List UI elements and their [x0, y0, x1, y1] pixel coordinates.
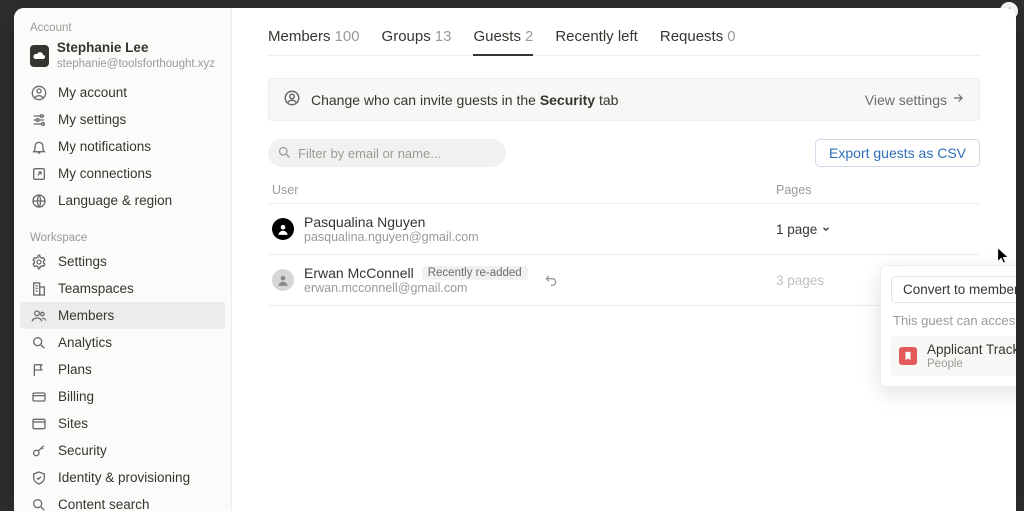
tabs: Members100 Groups13 Guests2 Recently lef… — [268, 22, 980, 56]
chevron-down-icon — [821, 222, 831, 237]
toolbar: Export guests as CSV — [268, 139, 980, 167]
sidebar-item-label: Content search — [58, 497, 150, 511]
sidebar-item-label: Identity & provisioning — [58, 470, 190, 485]
sidebar-item-label: Plans — [58, 362, 92, 377]
table-row[interactable]: Pasqualina Nguyen pasqualina.nguyen@gmai… — [268, 204, 980, 255]
search-icon — [30, 496, 48, 511]
export-csv-button[interactable]: Export guests as CSV — [815, 139, 980, 167]
page-title: Applicant Tracker — [927, 342, 1016, 358]
accessible-page-item[interactable]: Applicant Tracker People — [891, 336, 1016, 376]
column-header-pages: Pages — [776, 183, 976, 197]
cloud-icon — [30, 45, 49, 67]
people-icon — [30, 307, 48, 325]
flag-icon — [30, 361, 48, 379]
sidebar-item-content-search[interactable]: Content search — [20, 491, 225, 511]
sidebar-item-label: Security — [58, 443, 107, 458]
sidebar-item-label: Analytics — [58, 335, 112, 350]
profile-email: stephanie@toolsforthought.xyz — [57, 57, 215, 71]
person-outline-icon — [283, 89, 301, 110]
convert-to-member-button[interactable]: Convert to member — [891, 276, 1016, 303]
sidebar-item-label: Language & region — [58, 193, 172, 208]
bell-icon — [30, 138, 48, 156]
undo-icon[interactable] — [540, 269, 562, 291]
guests-table: User Pages Pasqualina Nguyen pasqualina.… — [268, 183, 980, 306]
avatar — [272, 269, 294, 291]
main-content: Members100 Groups13 Guests2 Recently lef… — [232, 8, 1016, 511]
guest-pages-popover: Convert to member Remove This guest can … — [880, 265, 1016, 387]
page-parent: People — [927, 358, 1016, 370]
sidebar-item-security[interactable]: Security — [20, 437, 225, 464]
key-icon — [30, 442, 48, 460]
sidebar-item-sites[interactable]: Sites — [20, 410, 225, 437]
tab-guests[interactable]: Guests2 — [473, 22, 533, 55]
settings-modal: Account Stephanie Lee stephanie@toolsfor… — [14, 8, 1016, 511]
sidebar-item-label: My connections — [58, 166, 152, 181]
sidebar-item-my-connections[interactable]: My connections — [20, 160, 225, 187]
sidebar-item-teamspaces[interactable]: Teamspaces — [20, 275, 225, 302]
sidebar-item-my-notifications[interactable]: My notifications — [20, 133, 225, 160]
guest-name: Pasqualina Nguyen — [304, 214, 479, 230]
sliders-icon — [30, 111, 48, 129]
magnifier-icon — [30, 334, 48, 352]
sidebar-item-my-account[interactable]: My account — [20, 79, 225, 106]
view-settings-link[interactable]: View settings — [865, 91, 965, 108]
window-icon — [30, 415, 48, 433]
tab-groups[interactable]: Groups13 — [382, 22, 452, 55]
avatar — [272, 218, 294, 240]
table-row[interactable]: Erwan McConnell Recently re-added erwan.… — [268, 255, 980, 306]
arrow-out-icon — [30, 165, 48, 183]
sidebar-item-label: Sites — [58, 416, 88, 431]
user-circle-icon — [30, 84, 48, 102]
building-icon — [30, 280, 48, 298]
sidebar-section-workspace: Workspace — [20, 228, 225, 248]
profile-name: Stephanie Lee — [57, 40, 215, 57]
search-icon — [277, 145, 292, 165]
bookmark-icon — [899, 347, 917, 365]
tab-recently-left[interactable]: Recently left — [555, 22, 638, 55]
sidebar: Account Stephanie Lee stephanie@toolsfor… — [14, 8, 232, 511]
globe-icon — [30, 192, 48, 210]
sidebar-item-label: My settings — [58, 112, 126, 127]
column-header-user: User — [272, 183, 776, 197]
sidebar-item-analytics[interactable]: Analytics — [20, 329, 225, 356]
recently-readded-tag: Recently re-added — [422, 266, 528, 280]
sidebar-item-plans[interactable]: Plans — [20, 356, 225, 383]
sidebar-item-label: Teamspaces — [58, 281, 134, 296]
filter-input[interactable] — [268, 139, 506, 167]
sidebar-item-identity[interactable]: Identity & provisioning — [20, 464, 225, 491]
sidebar-item-label: My notifications — [58, 139, 151, 154]
banner-text: Change who can invite guests in the Secu… — [311, 92, 618, 108]
gear-icon — [30, 253, 48, 271]
sidebar-item-settings[interactable]: Settings — [20, 248, 225, 275]
sidebar-section-account: Account — [20, 18, 225, 38]
popover-hint: This guest can access this page: — [891, 313, 1016, 328]
sidebar-item-language[interactable]: Language & region — [20, 187, 225, 214]
sidebar-item-label: Billing — [58, 389, 94, 404]
guest-email: erwan.mcconnell@gmail.com — [304, 281, 528, 295]
arrow-right-icon — [951, 91, 965, 108]
tab-requests[interactable]: Requests0 — [660, 22, 736, 55]
guest-name: Erwan McConnell — [304, 265, 414, 281]
pages-dropdown[interactable]: 1 page — [776, 222, 976, 237]
sidebar-item-label: Settings — [58, 254, 107, 269]
guest-email: pasqualina.nguyen@gmail.com — [304, 230, 479, 244]
sidebar-item-label: Members — [58, 308, 114, 323]
sidebar-item-my-settings[interactable]: My settings — [20, 106, 225, 133]
sidebar-item-members[interactable]: Members — [20, 302, 225, 329]
credit-card-icon — [30, 388, 48, 406]
mouse-cursor-icon — [997, 247, 1011, 265]
sidebar-profile[interactable]: Stephanie Lee stephanie@toolsforthought.… — [20, 38, 225, 79]
sidebar-item-billing[interactable]: Billing — [20, 383, 225, 410]
security-banner: Change who can invite guests in the Secu… — [268, 78, 980, 121]
tab-members[interactable]: Members100 — [268, 22, 360, 55]
shield-check-icon — [30, 469, 48, 487]
sidebar-item-label: My account — [58, 85, 127, 100]
search-box — [268, 139, 506, 167]
